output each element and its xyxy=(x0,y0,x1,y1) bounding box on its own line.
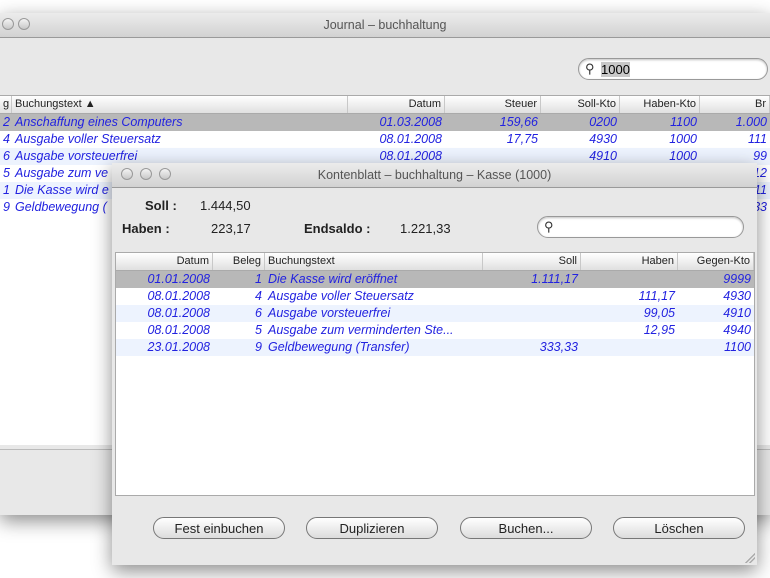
column-header[interactable]: Datum xyxy=(116,253,213,270)
table-cell: 99,05 xyxy=(643,306,675,320)
table-cell: 4930 xyxy=(589,132,617,146)
table-cell: 4930 xyxy=(723,289,751,303)
kontenblatt-title: Kontenblatt – buchhaltung – Kasse (1000) xyxy=(317,168,552,182)
table-cell: 1100 xyxy=(724,340,751,354)
column-header[interactable]: Steuer xyxy=(445,96,541,113)
table-cell: 1 xyxy=(3,183,10,197)
zoom-button[interactable] xyxy=(18,18,30,30)
table-cell xyxy=(483,288,581,305)
loeschen-button[interactable]: Löschen xyxy=(613,517,745,539)
table-cell: Geldbewegung (Transfer) xyxy=(268,340,410,354)
resize-grip-icon[interactable] xyxy=(745,553,755,563)
soll-label: Soll : xyxy=(145,198,177,213)
search-value: 1000 xyxy=(601,62,630,77)
haben-label: Haben : xyxy=(122,221,170,236)
table-cell: Anschaffung eines Computers xyxy=(15,115,183,129)
table-cell xyxy=(581,271,678,288)
minimize-button[interactable] xyxy=(2,18,14,30)
search-icon: ⚲ xyxy=(544,219,554,234)
journal-search-input[interactable]: ⚲ 1000 xyxy=(578,58,768,80)
table-row[interactable]: 01.01.2008 1 Die Kasse wird eröffnet 1.111,… xyxy=(116,271,754,288)
table-cell: 4 xyxy=(255,289,262,303)
search-icon: ⚲ xyxy=(585,61,595,76)
duplizieren-button[interactable]: Duplizieren xyxy=(306,517,438,539)
table-cell: 9 xyxy=(3,200,10,214)
table-cell: 6 xyxy=(3,149,10,163)
column-header[interactable]: Haben-Kto xyxy=(620,96,700,113)
haben-value: 223,17 xyxy=(211,221,251,236)
table-cell: 08.01.2008 xyxy=(147,306,210,320)
column-header[interactable]: Datum xyxy=(348,96,445,113)
table-cell: 23.01.2008 xyxy=(147,340,210,354)
table-cell xyxy=(483,305,581,322)
minimize-button[interactable] xyxy=(140,168,152,180)
journal-title: Journal – buchhaltung xyxy=(323,18,447,32)
column-header[interactable]: Buchungstext xyxy=(265,253,483,270)
zoom-button[interactable] xyxy=(159,168,171,180)
table-cell xyxy=(483,322,581,339)
column-header[interactable]: Soll xyxy=(483,253,581,270)
table-cell: 4910 xyxy=(723,306,751,320)
kontenblatt-window: Kontenblatt – buchhaltung – Kasse (1000)… xyxy=(112,163,757,565)
table-cell: 2 xyxy=(3,115,10,129)
table-cell: 0200 xyxy=(589,115,617,129)
fest-einbuchen-button[interactable]: Fest einbuchen xyxy=(153,517,285,539)
table-cell: 5 xyxy=(3,166,10,180)
table-cell: 9999 xyxy=(723,272,751,286)
table-cell: 01.01.2008 xyxy=(147,272,210,286)
table-row[interactable]: 08.01.2008 6 Ausgabe vorsteuerfrei 99,05 491… xyxy=(116,305,754,322)
soll-value: 1.444,50 xyxy=(200,198,251,213)
table-row[interactable]: 08.01.2008 4 Ausgabe voller Steuersatz 111,… xyxy=(116,288,754,305)
table-cell: 333,33 xyxy=(539,340,578,354)
table-cell: 1.000 xyxy=(735,115,767,129)
table-cell: 5 xyxy=(255,323,262,337)
column-header[interactable]: g xyxy=(0,96,12,113)
table-cell: 4 xyxy=(3,132,10,146)
table-cell: 12,95 xyxy=(643,323,675,337)
table-row[interactable]: 08.01.2008 5 Ausgabe zum verminderten Ste.… xyxy=(116,322,754,339)
kontenblatt-titlebar: Kontenblatt – buchhaltung – Kasse (1000) xyxy=(112,163,757,188)
endsaldo-label: Endsaldo : xyxy=(304,221,371,236)
table-cell: 9 xyxy=(255,340,262,354)
kontenblatt-search-input[interactable]: ⚲ xyxy=(537,216,744,238)
column-header[interactable]: Buchungstext ▲ xyxy=(12,96,348,113)
column-header[interactable]: Beleg xyxy=(213,253,265,270)
close-button[interactable] xyxy=(121,168,133,180)
table-cell: 159,66 xyxy=(499,115,538,129)
table-cell: Ausgabe voller Steuersatz xyxy=(268,289,414,303)
table-cell: Ausgabe voller Steuersatz xyxy=(15,132,161,146)
column-header[interactable]: Br xyxy=(700,96,770,113)
table-cell: Die Kasse wird eröffnet xyxy=(268,272,398,286)
kontenblatt-table: Datum Beleg Buchungstext Soll Haben Gegen-Kto… xyxy=(115,252,755,496)
journal-titlebar: Journal – buchhaltung xyxy=(0,13,770,38)
table-cell: 08.01.2008 xyxy=(379,132,442,146)
table-cell: 08.01.2008 xyxy=(147,323,210,337)
column-header[interactable]: Soll-Kto xyxy=(541,96,620,113)
table-cell: Ausgabe vorsteuerfrei xyxy=(268,306,391,320)
table-cell: 01.03.2008 xyxy=(379,115,442,129)
buchen-button[interactable]: Buchen... xyxy=(460,517,592,539)
table-cell xyxy=(581,339,678,356)
table-cell: 1100 xyxy=(670,115,697,129)
table-row[interactable]: 23.01.2008 9 Geldbewegung (Transfer) 333,33… xyxy=(116,339,754,356)
table-cell: 17,75 xyxy=(506,132,538,146)
table-row[interactable]: 4 Ausgabe voller Steuersatz 08.01.2008 17,7… xyxy=(0,131,770,148)
column-header[interactable]: Gegen-Kto xyxy=(678,253,754,270)
table-cell: 4940 xyxy=(723,323,751,337)
table-cell: Ausgabe zum verminderten Ste... xyxy=(268,323,454,337)
table-cell: 1000 xyxy=(669,132,697,146)
table-cell: 1 xyxy=(255,272,262,286)
table-cell: 111 xyxy=(747,132,767,146)
table-cell: 6 xyxy=(255,306,262,320)
column-header[interactable]: Haben xyxy=(581,253,678,270)
table-row[interactable]: 2 Anschaffung eines Computers 01.03.2008 15… xyxy=(0,114,770,131)
endsaldo-value: 1.221,33 xyxy=(400,221,451,236)
table-cell: 1.111,17 xyxy=(531,272,578,286)
table-cell: 111,17 xyxy=(638,289,675,303)
table-cell: 08.01.2008 xyxy=(147,289,210,303)
